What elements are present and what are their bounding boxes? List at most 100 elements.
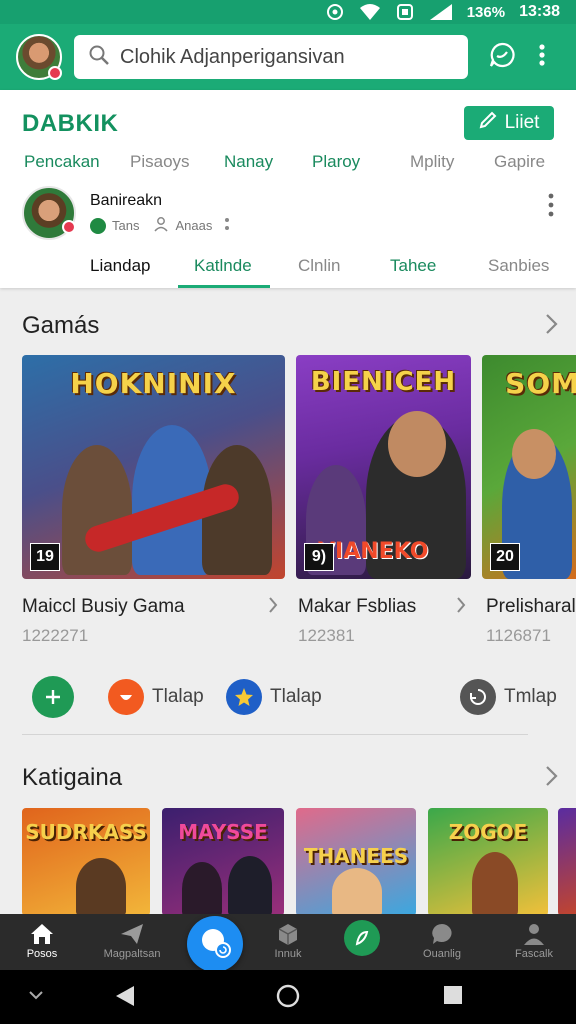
dots-icon [224,217,230,234]
chat-bubble-icon [402,920,482,948]
recycle-icon [460,679,496,715]
category-tile-5[interactable] [558,808,576,916]
star-icon [226,679,262,715]
category-tile-4[interactable]: ZOGOE [428,808,548,916]
search-fab-icon [198,925,232,964]
game-count-2: 122381 [298,626,355,645]
quick-link-2[interactable]: Tlalap [108,679,204,715]
category-section-title: Katigaina [22,764,123,791]
tab-top-1[interactable]: Pencakan [24,152,100,172]
profile-meta-1: Tans [112,218,140,233]
clock: 13:38 [519,3,560,20]
age-rating-badge: 9) [304,543,334,571]
search-fab-button[interactable] [187,916,243,972]
chevron-right-icon[interactable] [544,313,558,340]
tab-sub-2[interactable]: Katlnde [194,256,252,276]
leaf-icon [322,920,402,956]
quick-link-3-label: Tlalap [270,686,322,707]
tile-logo-4: ZOGOE [448,820,528,844]
profile-avatar[interactable] [22,186,76,240]
tab-sub-1[interactable]: Liandap [90,256,151,276]
game-title-2[interactable]: Makar Fsblias [298,596,416,618]
box-icon [248,920,328,948]
nav-send[interactable]: Magpaltsan [92,920,172,960]
nav-chat[interactable]: Ouanlig [402,920,482,960]
battery-text: 136% [466,3,506,21]
recents-icon[interactable] [442,984,464,1011]
profile-name: Banireakn [90,192,163,209]
game-art-caption-2: VIANEKO [318,539,429,564]
send-icon [92,920,172,948]
nav-send-label: Magpaltsan [103,948,161,960]
edit-button-label: Liiet [504,112,540,133]
more-vert-icon[interactable] [538,43,546,72]
tab-top-5[interactable]: Mplity [410,152,454,172]
edit-button[interactable]: Liiet [464,106,554,140]
nav-box[interactable]: Innuk [248,920,328,960]
game-logo-3: SOM [505,367,576,400]
category-section-header: Katigaina [22,764,558,792]
chevron-right-icon[interactable] [544,765,558,792]
chat-plus-icon [32,676,74,718]
quick-link-1[interactable] [32,676,74,718]
age-rating-badge: 20 [490,543,520,571]
game-logo-2: BIENICEH [310,367,457,397]
tile-logo-3: THANEES [303,844,409,868]
tab-top-4[interactable]: Plaroy [312,152,360,172]
page-title: DABKIK [22,110,119,137]
tab-top-3[interactable]: Nanay [224,152,273,172]
tab-sub-4[interactable]: Tahee [390,256,436,276]
home-icon [2,920,82,948]
nav-box-label: Innuk [274,948,302,960]
sync-icon [325,2,345,22]
system-nav-bar [0,970,576,1024]
chevron-right-icon[interactable] [456,596,466,619]
bottom-nav: Posos Magpaltsan Innuk Ouanlig Fascalk [0,914,576,970]
game-count-1: 1222271 [22,626,89,645]
status-dot-icon [90,217,106,234]
tab-top-2[interactable]: Pisaoys [130,152,190,172]
avatar[interactable] [16,34,62,80]
smile-icon [108,679,144,715]
divider [22,734,528,735]
category-tile-1[interactable]: SUDRKASS [22,808,150,916]
tab-top-6[interactable]: Gapire [494,152,545,172]
nav-profile[interactable]: Fascalk [494,920,574,960]
profile-row[interactable]: Banireakn Tans Anaas [22,186,562,244]
home-circle-icon[interactable] [276,984,300,1013]
search-placeholder: Clohik Adjanperigansivan [120,45,345,68]
search-input[interactable]: Clohik Adjanperigansivan [74,35,468,79]
quick-link-4[interactable]: Tmlap [460,679,557,715]
quick-link-2-label: Tlalap [152,686,204,707]
game-card-3[interactable]: SOM 20 [482,355,576,579]
profile-more-icon[interactable] [548,192,554,223]
notification-dot [48,66,62,80]
tab-sub-5[interactable]: Sanbies [488,256,549,276]
chevron-down-icon[interactable] [28,988,44,1006]
status-bar: 136% 13:38 [0,0,576,24]
category-tile-2[interactable]: MAYSSE [162,808,284,916]
back-icon[interactable] [114,984,136,1013]
nav-profile-label: Fascalk [515,948,553,960]
game-title-3[interactable]: Prelisharal [486,596,576,618]
signal-icon [429,3,453,21]
person-icon [494,920,574,948]
chat-icon[interactable] [488,41,516,74]
nav-leaf[interactable] [322,920,402,956]
search-icon [88,44,110,71]
games-section-header: Gamás [22,312,558,340]
active-tab-indicator [178,285,270,288]
game-title-1[interactable]: Maiccl Busiy Gama [22,596,185,618]
header-card: DABKIK Liiet Pencakan Pisaoys Nanay Plar… [0,90,576,288]
game-card-2[interactable]: BIENICEH VIANEKO 9) [296,355,471,579]
game-card-1[interactable]: HOKNINIX 19 [22,355,285,579]
app-bar: Clohik Adjanperigansivan [0,24,576,90]
quick-link-3[interactable]: Tlalap [226,679,322,715]
tab-sub-3[interactable]: Clnlin [298,256,341,276]
nav-home-label: Posos [26,948,58,960]
category-tile-3[interactable]: THANEES [296,808,416,916]
tile-logo-1: SUDRKASS [25,820,147,844]
chevron-right-icon[interactable] [268,596,278,619]
user-icon [153,216,169,235]
nav-home[interactable]: Posos [2,920,82,960]
